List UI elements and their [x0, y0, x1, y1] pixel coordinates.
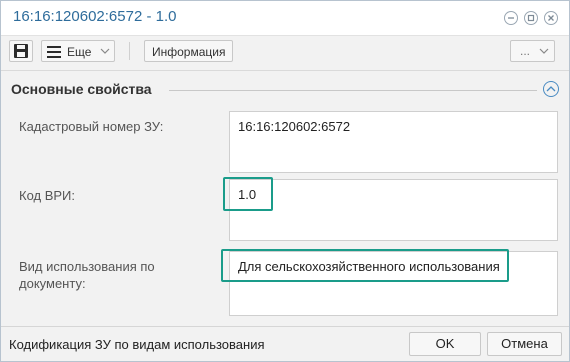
dialog-window: 16:16:120602:6572 - 1.0 Еще Информация .… [0, 0, 570, 362]
maximize-button[interactable] [524, 11, 538, 25]
footer-bar: Кодификация ЗУ по видам использования OK… [1, 326, 569, 361]
minimize-button[interactable] [504, 11, 518, 25]
maximize-icon [527, 14, 535, 22]
toolbar-divider [129, 42, 130, 60]
vri-code-highlight [223, 177, 273, 211]
vri-code-field[interactable]: 1.0 [229, 179, 558, 241]
chevron-down-icon [100, 48, 110, 54]
vri-code-label: Код ВРИ: [19, 188, 76, 203]
minimize-icon [508, 17, 514, 19]
title-bar[interactable]: 16:16:120602:6572 - 1.0 [1, 1, 569, 35]
status-text: Кодификация ЗУ по видам использования [9, 337, 265, 352]
extra-label: ... [520, 44, 531, 58]
usage-type-highlight [221, 249, 509, 282]
extra-menu-button[interactable]: ... [510, 40, 555, 62]
chevron-up-icon [546, 86, 556, 92]
chevron-down-icon [539, 48, 549, 54]
close-button[interactable] [544, 11, 558, 25]
save-icon [14, 44, 28, 58]
cadastral-number-label: Кадастровый номер ЗУ: [19, 119, 164, 134]
form-content: Основные свойства Кадастровый номер ЗУ: … [1, 71, 569, 326]
info-label: Информация [152, 45, 226, 59]
info-button[interactable]: Информация [144, 40, 233, 62]
collapse-section-button[interactable] [543, 81, 559, 97]
close-icon [548, 15, 554, 21]
cadastral-number-value: 16:16:120602:6572 [238, 119, 351, 134]
usage-type-label: Вид использования по документу: [19, 259, 155, 291]
section-divider [169, 90, 537, 91]
window-title: 16:16:120602:6572 - 1.0 [13, 8, 177, 25]
cadastral-number-field[interactable]: 16:16:120602:6572 [229, 111, 558, 173]
toolbar: Еще Информация ... [1, 35, 569, 71]
save-button[interactable] [9, 40, 33, 62]
menu-icon [47, 46, 61, 58]
more-menu-button[interactable]: Еще [41, 40, 115, 62]
section-title: Основные свойства [11, 81, 152, 97]
ok-button[interactable]: OK [409, 332, 481, 356]
cancel-button[interactable]: Отмена [487, 332, 562, 356]
more-label: Еще [67, 45, 92, 59]
